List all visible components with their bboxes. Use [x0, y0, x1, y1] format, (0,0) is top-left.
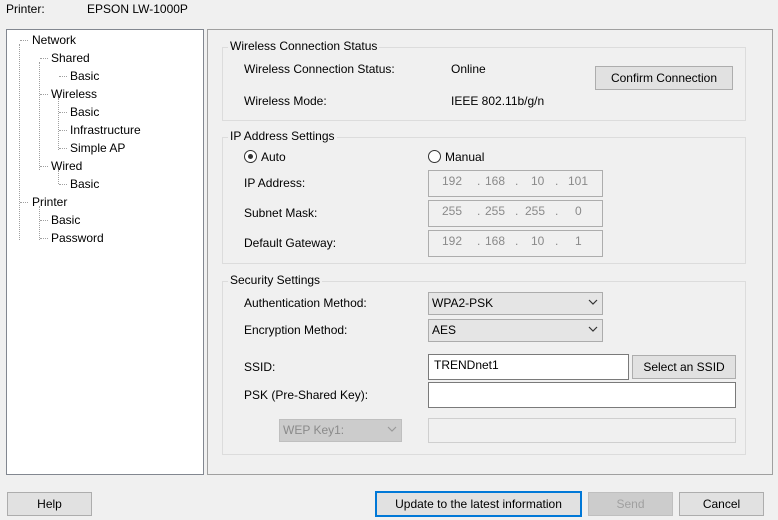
wep-key-value: WEP Key1: — [283, 423, 345, 437]
tree-connector — [59, 130, 67, 131]
help-button[interactable]: Help — [7, 492, 92, 516]
encryption-method-value: AES — [432, 323, 457, 337]
manual-radio-label[interactable]: Manual — [445, 150, 484, 164]
tree-connector — [40, 238, 48, 239]
ip-octet-1: 192 — [442, 174, 463, 188]
tree-item-printer-basic[interactable]: Basic — [51, 213, 80, 227]
radio-selected-dot — [248, 154, 253, 159]
subnet-octet-2: 255 — [485, 204, 506, 218]
ip-address-field: 192 . 168 . 10 . 101 — [428, 170, 603, 197]
tree-item-wireless-basic[interactable]: Basic — [70, 105, 99, 119]
subnet-mask-label: Subnet Mask: — [244, 206, 318, 220]
authentication-method-value: WPA2-PSK — [432, 296, 494, 310]
ip-separator: . — [555, 204, 559, 218]
ip-octet-2: 168 — [485, 174, 506, 188]
psk-input[interactable] — [428, 382, 736, 408]
tree-item-infrastructure[interactable]: Infrastructure — [70, 123, 141, 137]
gateway-octet-3: 10 — [531, 234, 545, 248]
auto-radio[interactable] — [244, 150, 257, 163]
tree-item-shared-basic[interactable]: Basic — [70, 69, 99, 83]
chevron-down-icon — [588, 299, 598, 305]
tree-connector — [19, 44, 20, 240]
subnet-octet-4: 0 — [575, 204, 582, 218]
auto-radio-label[interactable]: Auto — [261, 150, 286, 164]
ip-separator: . — [477, 204, 481, 218]
ip-separator: . — [477, 234, 481, 248]
tree-connector — [20, 202, 28, 203]
wep-key-select: WEP Key1: — [279, 419, 402, 442]
tree-item-simple-ap[interactable]: Simple AP — [70, 141, 125, 155]
chevron-down-icon — [588, 326, 598, 332]
tree-item-wireless[interactable]: Wireless — [51, 87, 97, 101]
select-ssid-button[interactable]: Select an SSID — [632, 355, 736, 379]
tree-item-printer[interactable]: Printer — [32, 195, 67, 209]
settings-tree[interactable]: Network Shared Basic Wireless Basic Infr… — [6, 29, 204, 475]
send-button: Send — [588, 492, 673, 516]
wireless-status-title: Wireless Connection Status — [228, 39, 380, 53]
tree-item-network[interactable]: Network — [32, 33, 76, 47]
psk-label: PSK (Pre-Shared Key): — [244, 388, 369, 402]
tree-item-password[interactable]: Password — [51, 231, 104, 245]
ip-separator: . — [515, 204, 519, 218]
wireless-mode-value: IEEE 802.11b/g/n — [451, 94, 545, 108]
tree-connector — [59, 148, 67, 149]
cancel-button[interactable]: Cancel — [679, 492, 764, 516]
ip-separator: . — [515, 234, 519, 248]
tree-connector — [40, 220, 48, 221]
tree-item-shared[interactable]: Shared — [51, 51, 90, 65]
tree-connector — [40, 166, 48, 167]
settings-panel: Wireless Connection Status Wireless Conn… — [207, 29, 773, 475]
confirm-connection-button[interactable]: Confirm Connection — [595, 66, 733, 90]
tree-connector — [59, 112, 67, 113]
wireless-status-value: Online — [451, 62, 486, 76]
ip-address-label: IP Address: — [244, 176, 306, 190]
security-settings-title: Security Settings — [228, 273, 323, 287]
ip-separator: . — [515, 174, 519, 188]
subnet-octet-3: 255 — [525, 204, 546, 218]
ip-separator: . — [555, 234, 559, 248]
tree-item-wired-basic[interactable]: Basic — [70, 177, 99, 191]
gateway-octet-2: 168 — [485, 234, 506, 248]
ssid-label: SSID: — [244, 360, 276, 374]
subnet-octet-1: 255 — [442, 204, 463, 218]
printer-name: EPSON LW-1000P — [87, 2, 188, 16]
update-button[interactable]: Update to the latest information — [375, 491, 582, 517]
authentication-method-select[interactable]: WPA2-PSK — [428, 292, 603, 315]
tree-item-wired[interactable]: Wired — [51, 159, 82, 173]
printer-label: Printer: — [6, 2, 45, 16]
tree-connector — [58, 98, 59, 150]
default-gateway-field: 192 . 168 . 10 . 1 — [428, 230, 603, 257]
tree-connector — [39, 62, 40, 170]
ip-octet-4: 101 — [568, 174, 589, 188]
gateway-octet-1: 192 — [442, 234, 463, 248]
ssid-input[interactable]: TRENDnet1 — [428, 354, 629, 380]
gateway-octet-4: 1 — [575, 234, 582, 248]
subnet-mask-field: 255 . 255 . 255 . 0 — [428, 200, 603, 227]
tree-connector — [40, 94, 48, 95]
chevron-down-icon — [387, 426, 397, 432]
default-gateway-label: Default Gateway: — [244, 236, 337, 250]
tree-connector — [59, 184, 67, 185]
tree-connector — [40, 58, 48, 59]
ip-octet-3: 10 — [531, 174, 545, 188]
tree-connector — [20, 40, 28, 41]
tree-connector — [39, 206, 40, 240]
encryption-method-label: Encryption Method: — [244, 323, 348, 337]
authentication-method-label: Authentication Method: — [244, 296, 367, 310]
manual-radio[interactable] — [428, 150, 441, 163]
ip-separator: . — [555, 174, 559, 188]
tree-connector — [59, 76, 67, 77]
ip-separator: . — [477, 174, 481, 188]
wireless-mode-label: Wireless Mode: — [244, 94, 327, 108]
encryption-method-select[interactable]: AES — [428, 319, 603, 342]
wireless-status-label: Wireless Connection Status: — [244, 62, 395, 76]
ip-settings-title: IP Address Settings — [228, 129, 337, 143]
wep-key-input — [428, 418, 736, 443]
